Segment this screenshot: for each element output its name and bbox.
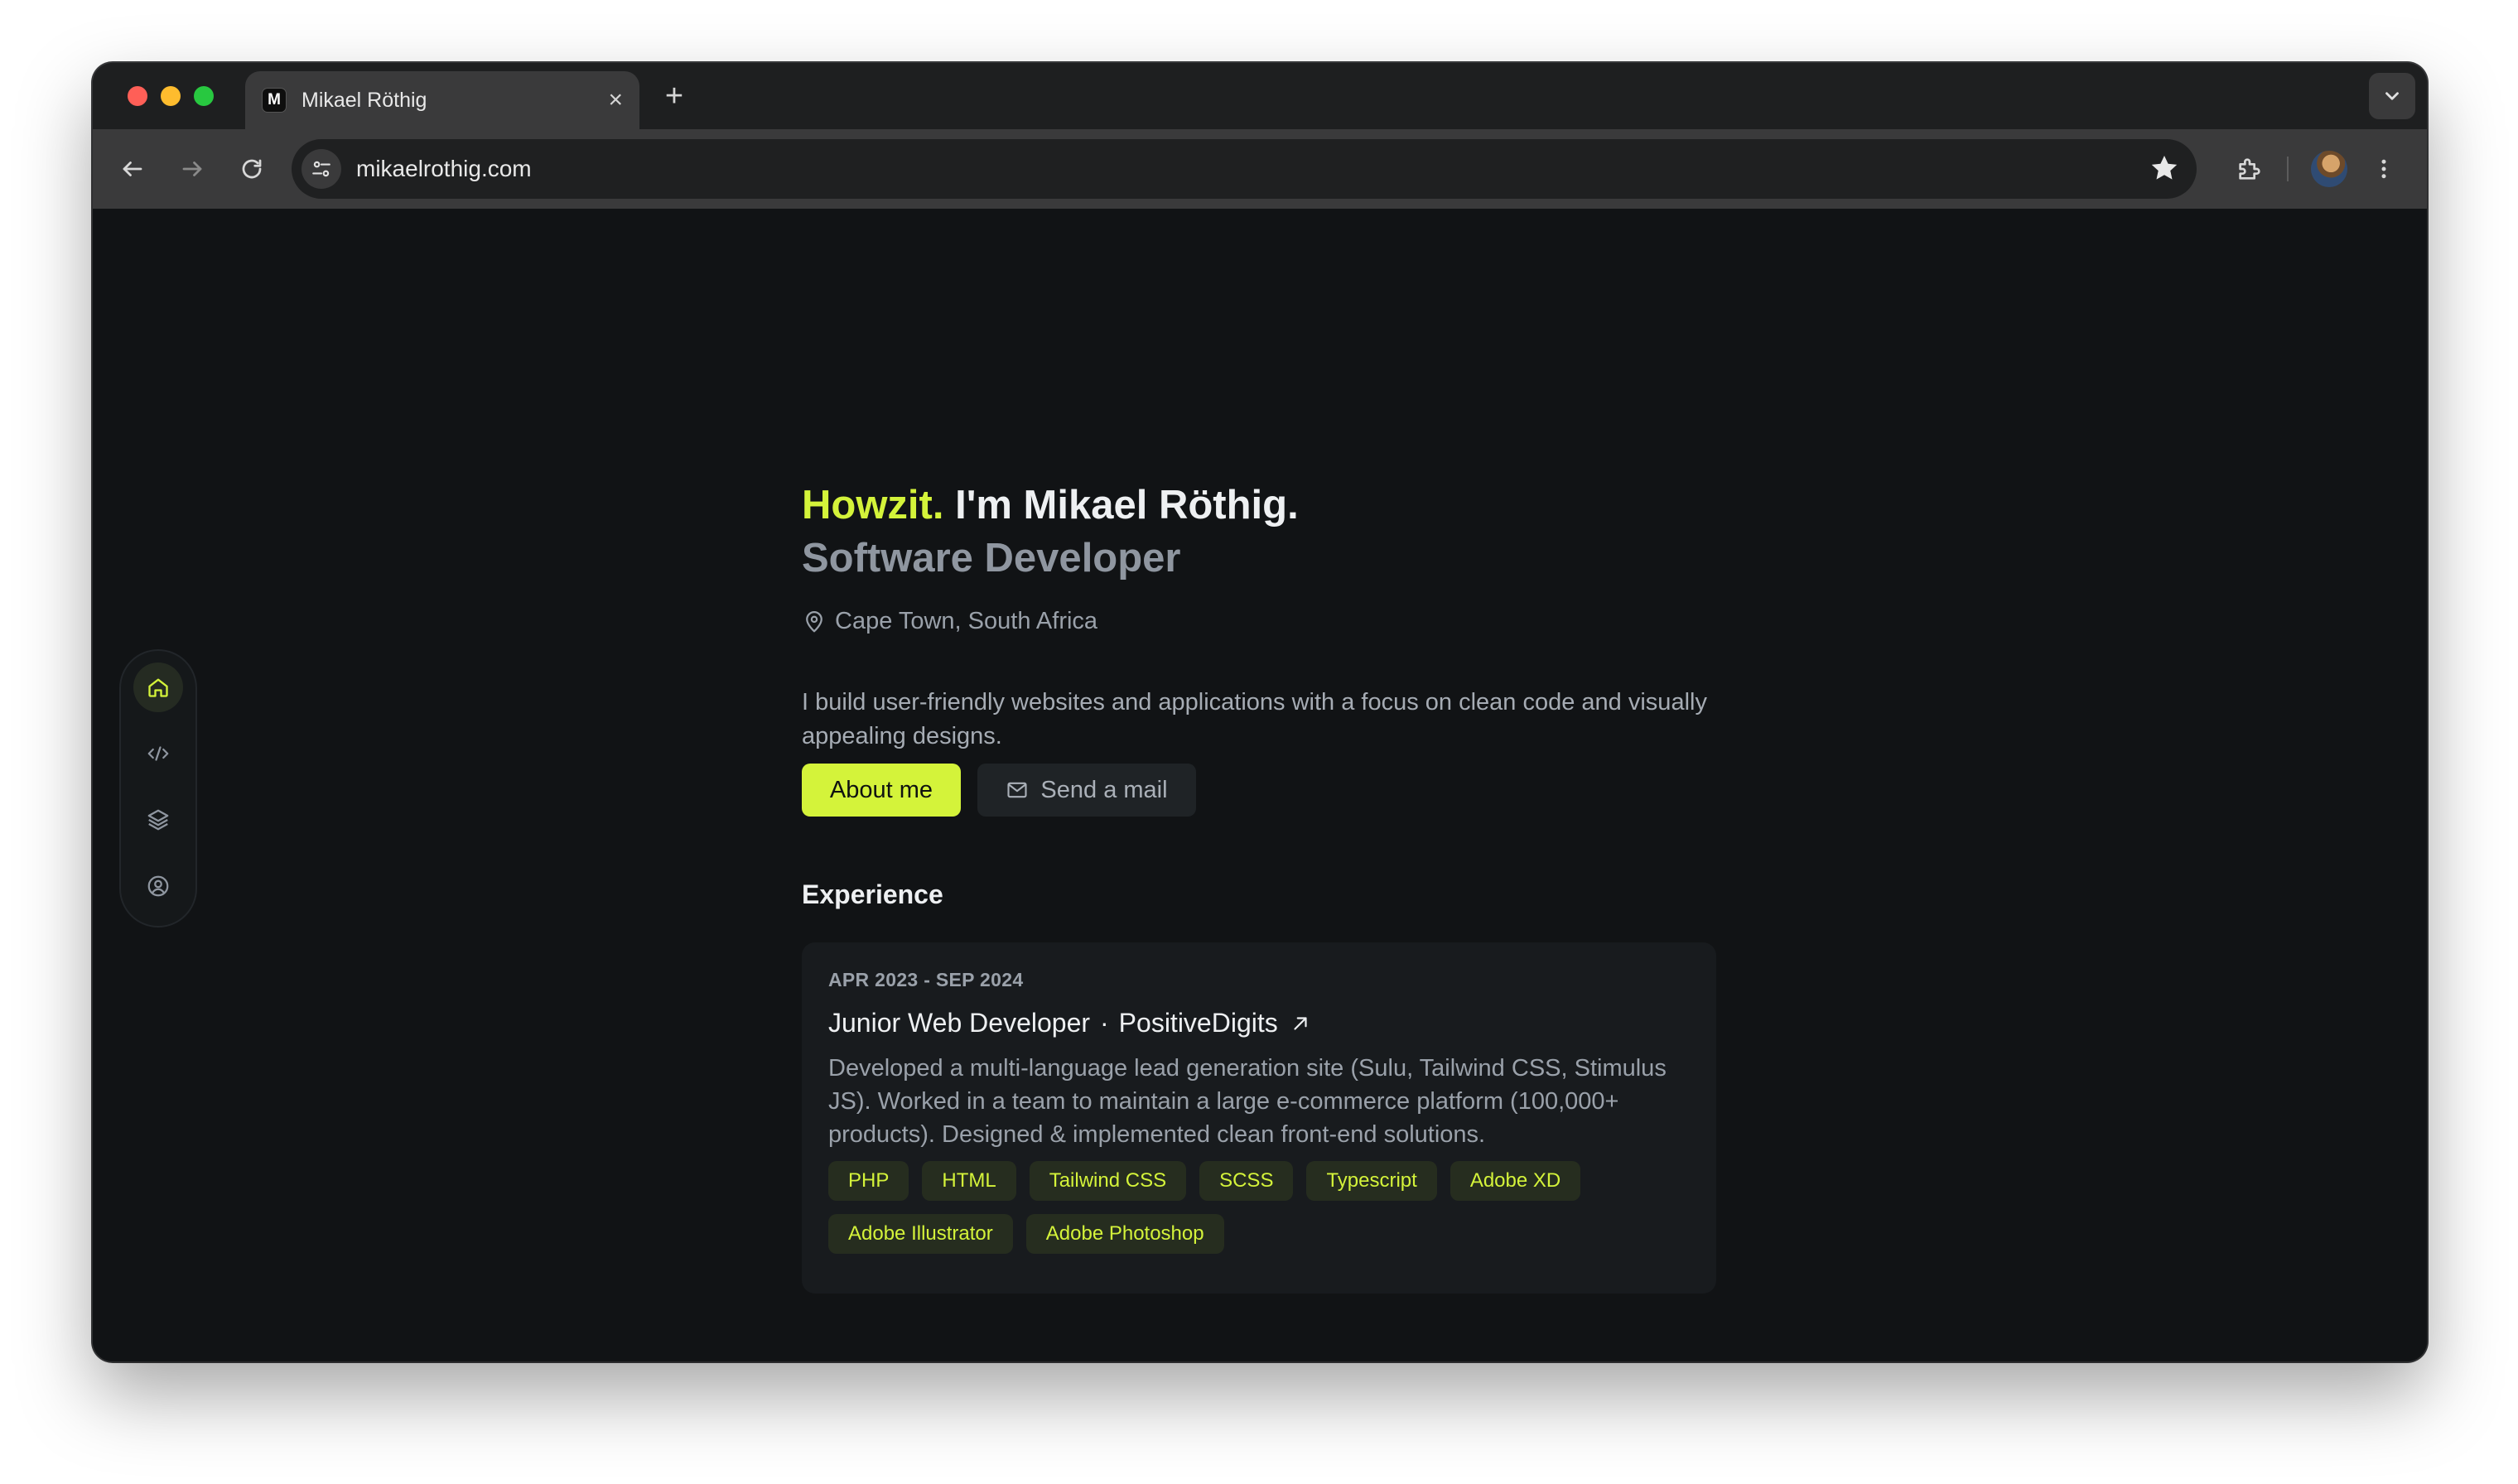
tab-title: Mikael Röthig — [301, 88, 427, 112]
forward-button[interactable] — [171, 147, 214, 190]
job-position: Junior Web Developer — [828, 1008, 1091, 1038]
address-bar[interactable]: mikaelrothig.com — [292, 139, 2197, 199]
user-circle-icon — [147, 875, 169, 897]
url-text[interactable]: mikaelrothig.com — [356, 156, 532, 182]
experience-title-link[interactable]: Junior Web Developer · PositiveDigits — [828, 1008, 1690, 1038]
page-content: Howzit. I'm Mikael Röthig. Software Deve… — [93, 209, 2427, 1361]
mail-icon — [1006, 778, 1029, 802]
tech-tags: PHP HTML Tailwind CSS SCSS Typescript Ad… — [828, 1161, 1665, 1254]
nav-home[interactable] — [133, 662, 183, 712]
new-tab-button[interactable]: + — [656, 78, 692, 114]
tune-icon — [312, 161, 330, 177]
map-pin-icon — [802, 610, 827, 634]
tag-adobe-illustrator: Adobe Illustrator — [828, 1214, 1013, 1254]
chevron-down-icon — [2385, 92, 2399, 100]
profile-button[interactable] — [2308, 147, 2351, 190]
home-icon — [148, 678, 168, 697]
browser-toolbar: mikaelrothig.com — [93, 129, 2427, 209]
bio-text: I build user-friendly websites and appli… — [802, 689, 1707, 749]
reload-icon — [242, 159, 262, 179]
hero-heading: Howzit. I'm Mikael Röthig. — [802, 482, 1299, 528]
close-window-button[interactable] — [128, 86, 147, 106]
greeting-text: Howzit. — [802, 483, 944, 528]
nav-about[interactable] — [133, 861, 183, 911]
role-title: Software Developer — [802, 536, 1181, 581]
browser-window: M Mikael Röthig × + mikaelrothig.com How… — [93, 63, 2427, 1361]
tab-close-icon[interactable]: × — [608, 88, 623, 113]
send-mail-label: Send a mail — [1040, 776, 1168, 803]
intro-text: I'm Mikael Röthig. — [943, 483, 1299, 528]
back-button[interactable] — [111, 147, 154, 190]
tab-strip: M Mikael Röthig × + — [93, 63, 2427, 129]
code-icon — [147, 746, 169, 761]
maximize-window-button[interactable] — [194, 86, 214, 106]
side-navigation — [119, 649, 197, 928]
arrow-left-icon — [123, 161, 142, 176]
location-text: Cape Town, South Africa — [835, 608, 1098, 634]
send-mail-button[interactable]: Send a mail — [977, 764, 1196, 817]
nav-stack[interactable] — [133, 795, 183, 845]
experience-description: Developed a multi-language lead generati… — [828, 1055, 1667, 1148]
reload-button[interactable] — [230, 147, 273, 190]
avatar — [2311, 151, 2347, 187]
toolbar-divider — [2284, 147, 2292, 190]
company-name: PositiveDigits — [1118, 1008, 1278, 1038]
title-separator: · — [1100, 1008, 1109, 1038]
external-link-icon — [1290, 1013, 1311, 1034]
more-vertical-icon — [2381, 159, 2386, 179]
arrow-right-icon — [182, 161, 202, 176]
extensions-button[interactable] — [2228, 147, 2271, 190]
tag-typescript: Typescript — [1306, 1161, 1437, 1201]
site-info-button[interactable] — [301, 149, 341, 189]
tag-php: PHP — [828, 1161, 909, 1201]
tag-tailwind-css: Tailwind CSS — [1029, 1161, 1187, 1201]
tag-scss: SCSS — [1199, 1161, 1294, 1201]
nav-projects[interactable] — [133, 729, 183, 778]
layers-icon — [147, 809, 169, 831]
experience-heading: Experience — [802, 879, 943, 909]
puzzle-icon — [2239, 158, 2260, 180]
tab-search-button[interactable] — [2369, 73, 2415, 119]
tag-adobe-photoshop: Adobe Photoshop — [1025, 1214, 1224, 1254]
location: Cape Town, South Africa — [802, 608, 1097, 635]
favicon-icon: M — [262, 88, 287, 113]
about-me-button[interactable]: About me — [802, 764, 961, 817]
browser-tab[interactable]: M Mikael Röthig × — [245, 71, 639, 129]
browser-menu-button[interactable] — [2367, 147, 2400, 190]
tag-html: HTML — [922, 1161, 1016, 1201]
bookmark-star-icon[interactable] — [2149, 152, 2180, 188]
experience-dates: APR 2023 - SEP 2024 — [828, 969, 1024, 990]
minimize-window-button[interactable] — [161, 86, 181, 106]
experience-card: APR 2023 - SEP 2024 Junior Web Developer… — [802, 942, 1716, 1294]
tag-adobe-xd: Adobe XD — [1450, 1161, 1581, 1201]
